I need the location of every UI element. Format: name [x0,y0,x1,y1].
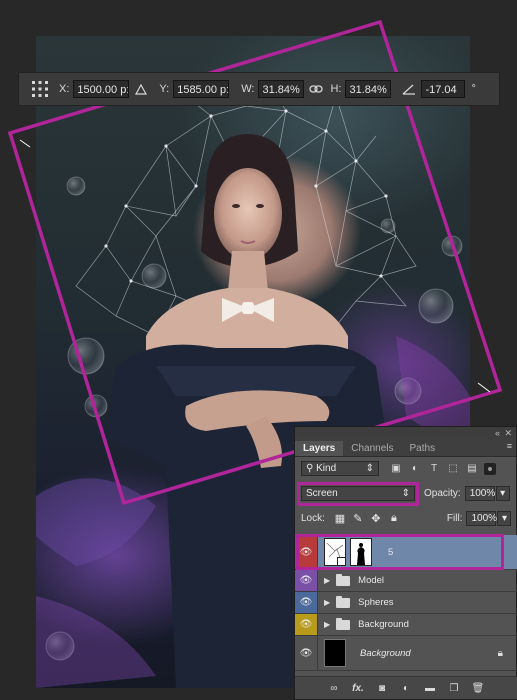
folder-icon [336,617,351,630]
folder-icon [336,595,351,608]
filter-kind-label: Kind [316,463,337,474]
layer-thumbnail [324,639,346,667]
reference-point-icon[interactable] [27,77,53,101]
width-field[interactable]: 31.84% [258,80,305,98]
link-icon[interactable] [308,81,324,97]
height-field[interactable]: 31.84% [345,80,392,98]
angle-icon [401,81,417,97]
close-icon[interactable]: ✕ [504,427,512,439]
visibility-eye-icon[interactable]: 👁︎ [295,636,317,670]
w-label: W: [241,83,255,95]
lock-position-icon[interactable]: ✥ [369,512,383,525]
filter-kind-select[interactable]: ⚲ Kind ⇕ [301,461,379,476]
adjustment-icon[interactable]: ◐ [399,683,413,694]
visibility-eye-icon[interactable]: 👁︎ [295,570,317,591]
layer-row-model[interactable]: 👁︎ ▶ Model [295,570,517,592]
y-label: Y: [159,83,170,95]
opacity-field[interactable]: 100% [464,485,496,501]
collapse-icon[interactable]: « [495,427,500,439]
expand-arrow-icon[interactable]: ▶ [324,598,330,607]
opacity-dropdown-icon[interactable]: ▾ [495,485,510,501]
lock-icon: 🔒︎ [497,647,503,659]
fill-field[interactable]: 100% [466,510,498,526]
link-layers-icon[interactable]: ∞ [327,683,341,694]
layer-row-background[interactable]: 👁︎ Background 🔒︎ [295,636,517,671]
lock-transparency-icon[interactable]: ▦ [333,512,347,525]
x-position-field[interactable]: 1500.00 p: [73,80,130,98]
new-layer-icon[interactable]: ❐ [447,683,461,694]
filter-row: ⚲ Kind ⇕ ▣ ◐ T ⬚ ▤ [295,457,516,480]
adjustment-filter-icon[interactable]: ◐ [408,462,422,475]
filter-toggle-icon[interactable] [484,462,496,475]
h-label: H: [330,83,342,95]
blend-mode-highlight [297,482,419,506]
layer-row-background-group[interactable]: 👁︎ ▶ Background [295,614,517,636]
expand-arrow-icon[interactable]: ▶ [324,576,330,585]
degree-symbol: ° [471,83,476,95]
panel-menu-icon[interactable]: ≡ [507,441,512,451]
image-filter-icon[interactable]: ▣ [389,462,403,475]
lock-all-icon[interactable]: 🔒︎ [387,512,401,525]
layer-name: Model [358,575,385,586]
opacity-label: Opacity: [424,487,461,499]
visibility-eye-icon[interactable]: 👁︎ [295,614,317,635]
tab-paths[interactable]: Paths [402,441,444,456]
tab-channels[interactable]: Channels [343,441,401,456]
mask-icon[interactable]: ◙ [375,683,389,694]
selected-layer-highlight [296,534,504,570]
type-filter-icon[interactable]: T [427,462,441,475]
opacity-value: 100% [469,487,496,499]
panel-title-bar: « ✕ [295,427,516,439]
visibility-eye-icon[interactable]: 👁︎ [295,592,317,613]
rotation-angle-field[interactable]: -17.04 [421,80,466,98]
lock-row: Lock: ▦ ✎ ✥ 🔒︎ Fill: 100% ▾ [295,506,516,530]
new-group-icon[interactable]: ▬ [423,683,437,694]
search-icon: ⚲ [306,463,314,474]
fx-icon[interactable]: fx. [351,683,365,694]
expand-arrow-icon[interactable]: ▶ [324,620,330,629]
layer-name: Spheres [358,597,394,608]
panel-footer: ∞ fx. ◙ ◐ ▬ ❐ 🗑︎ [295,676,517,699]
x-label: X: [59,83,70,95]
panel-tabs: Layers Channels Paths ≡ [295,439,516,457]
transform-options-bar: X: 1500.00 p: Y: 1585.00 p: W: 31.84% H:… [18,72,500,106]
folder-icon [336,573,351,586]
delta-icon[interactable] [133,81,149,97]
fill-value: 100% [471,512,498,524]
trash-icon[interactable]: 🗑︎ [471,683,485,694]
smart-object-filter-icon[interactable]: ▤ [465,462,479,475]
fill-dropdown-icon[interactable]: ▾ [497,510,512,526]
chevron-updown-icon: ⇕ [365,463,374,474]
fill-label: Fill: [446,512,463,524]
layer-row-spheres[interactable]: 👁︎ ▶ Spheres [295,592,517,614]
layer-name: Background [358,619,409,630]
tab-layers[interactable]: Layers [295,441,344,456]
shape-filter-icon[interactable]: ⬚ [446,462,460,475]
lock-pixels-icon[interactable]: ✎ [351,512,365,525]
lock-label: Lock: [301,512,325,524]
layer-name: Background [360,647,411,659]
y-position-field[interactable]: 1585.00 p: [173,80,230,98]
